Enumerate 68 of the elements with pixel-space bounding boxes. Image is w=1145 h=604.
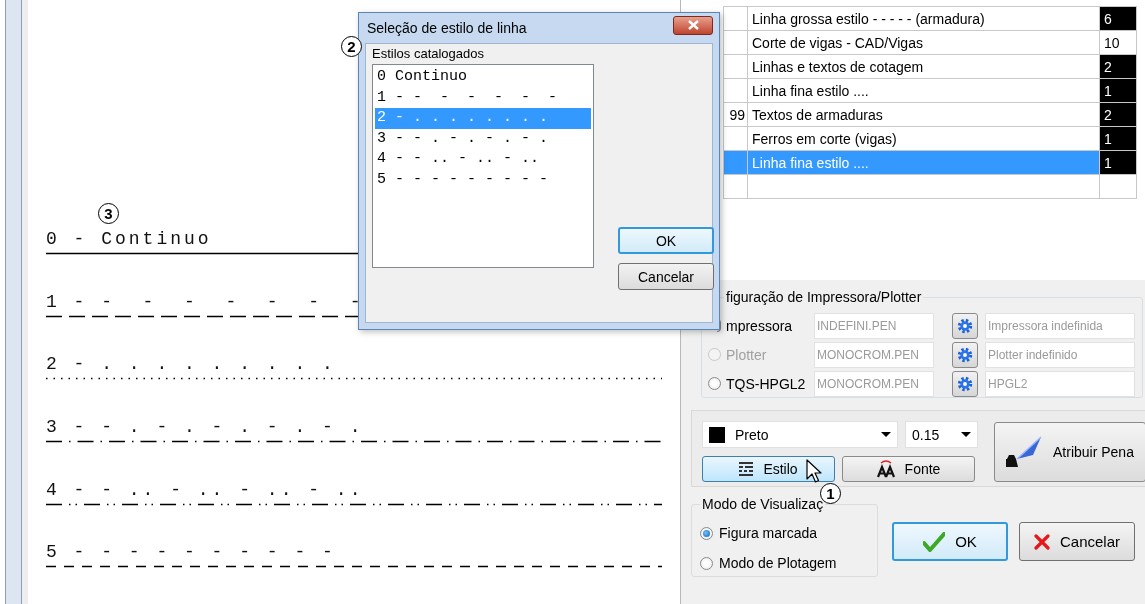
caret-icon bbox=[881, 432, 891, 437]
table-cell: Linha fina estilo .... bbox=[747, 78, 1100, 103]
line-style-label: 4 - - .. - .. - .. - .. bbox=[46, 478, 364, 501]
radio-button[interactable] bbox=[708, 377, 721, 390]
settings-button[interactable] bbox=[952, 341, 978, 368]
table-cell: Linha fina estilo .... bbox=[747, 150, 1100, 175]
radio-label: Modo de Plotagem bbox=[719, 555, 837, 571]
table-cell: Corte de vigas - CAD/Vigas bbox=[747, 30, 1100, 55]
line-style-label: 1 - - - - - - - - bbox=[46, 290, 364, 313]
assign-pen-button[interactable]: Atribuir Pena bbox=[994, 422, 1145, 482]
radio-button[interactable] bbox=[700, 526, 713, 540]
gear-icon bbox=[956, 345, 974, 364]
line-style-label: 0 - Continuo bbox=[46, 228, 212, 250]
table-row[interactable]: Linha fina estilo .... 1 bbox=[723, 78, 1137, 103]
line-style-label: 3 - - . - . - . - . - . bbox=[46, 416, 364, 438]
list-item[interactable]: 5 - - - - - - - - - bbox=[375, 169, 591, 190]
close-button[interactable] bbox=[673, 15, 713, 35]
dialog-button[interactable]: Cancelar bbox=[618, 263, 714, 290]
table-cell: Linhas e textos de cotagem bbox=[747, 54, 1100, 79]
table-cell bbox=[723, 30, 748, 55]
table-cell bbox=[723, 78, 748, 103]
table-row[interactable]: Linha grossa estilo - - - - - (armadura) 6 bbox=[723, 6, 1137, 31]
list-item[interactable]: 4 - - .. - .. - .. bbox=[375, 149, 591, 170]
table-cell: Textos de armaduras bbox=[747, 102, 1100, 127]
dialog-button[interactable]: OK bbox=[892, 522, 1008, 561]
table-cell: Ferros em corte (vigas) bbox=[747, 126, 1100, 151]
group-title: figuração de Impressora/Plotter bbox=[724, 289, 924, 305]
toolbar-button[interactable]: Estilo bbox=[702, 456, 835, 482]
list-item[interactable]: 0 Continuo bbox=[375, 67, 591, 88]
table-cell: Linha grossa estilo - - - - - (armadura) bbox=[747, 6, 1100, 31]
quill-pen-icon bbox=[1003, 435, 1043, 469]
radio-label: Plotter bbox=[726, 346, 768, 363]
close-x-icon bbox=[1034, 533, 1050, 550]
table-cell: 99 bbox=[723, 102, 748, 127]
dialog-button[interactable]: OK bbox=[618, 227, 714, 254]
list-item[interactable]: 1 - - - - - - - bbox=[375, 87, 591, 108]
width-dropdown[interactable]: 0.15 bbox=[905, 421, 978, 448]
list-label: Estilos catalogados bbox=[372, 46, 485, 61]
settings-button[interactable] bbox=[952, 312, 978, 339]
line-style-label: 2 - . . . . . . . . . bbox=[46, 353, 336, 376]
table-row[interactable]: Corte de vigas - CAD/Vigas 10 bbox=[723, 30, 1137, 55]
table-cell bbox=[723, 6, 748, 31]
radio-button[interactable] bbox=[700, 556, 713, 570]
font-icon bbox=[876, 460, 895, 478]
radio-label: TQS-HPGL2 bbox=[726, 375, 807, 392]
mouse-cursor-icon bbox=[806, 459, 823, 484]
list-item[interactable]: 3 - - . - . - . - . bbox=[375, 128, 591, 149]
checkmark-icon bbox=[923, 531, 946, 552]
toolbar-button[interactable]: Fonte bbox=[842, 456, 975, 482]
table-cell bbox=[723, 54, 748, 79]
pen-number-cell: 6 bbox=[1099, 6, 1137, 31]
table-row[interactable]: Linha fina estilo .... 1 bbox=[723, 150, 1137, 175]
settings-button[interactable] bbox=[952, 370, 978, 397]
dialog-button[interactable]: Cancelar bbox=[1019, 522, 1135, 561]
table-cell bbox=[723, 126, 748, 151]
close-icon bbox=[687, 20, 699, 30]
radio-label: Figura marcada bbox=[719, 525, 818, 541]
table-row[interactable]: Linhas e textos de cotagem 2 bbox=[723, 54, 1137, 79]
line-styles-icon bbox=[739, 461, 754, 477]
table-row[interactable]: Ferros em corte (vigas) 1 bbox=[723, 126, 1137, 151]
gear-icon bbox=[956, 374, 974, 393]
color-dropdown[interactable]: Preto bbox=[702, 421, 898, 448]
dialog-title: Seleção de estilo de linha bbox=[367, 20, 527, 36]
caret-icon bbox=[961, 432, 971, 437]
radio-label: mpressora bbox=[726, 317, 794, 334]
table-row[interactable]: 99 Textos de armaduras 2 bbox=[723, 102, 1137, 127]
line-style-label: 5 - - - - - - - - - - bbox=[46, 541, 336, 564]
gear-icon bbox=[956, 316, 974, 335]
